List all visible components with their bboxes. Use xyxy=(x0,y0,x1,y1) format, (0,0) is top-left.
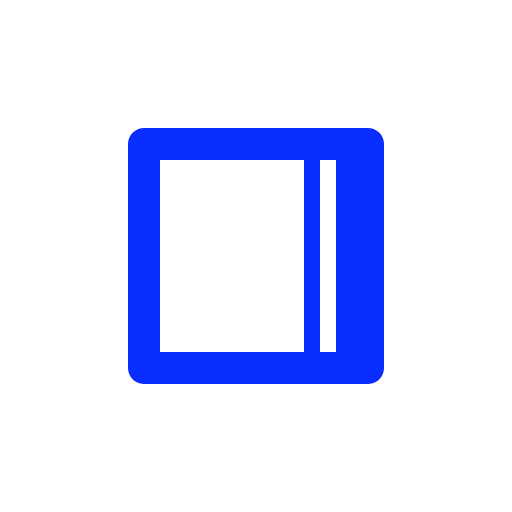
right-sidebar-strip xyxy=(320,160,336,352)
icon-canvas xyxy=(0,0,512,512)
main-content-pane xyxy=(160,160,304,352)
sidebar-right-panel-icon xyxy=(0,0,512,512)
